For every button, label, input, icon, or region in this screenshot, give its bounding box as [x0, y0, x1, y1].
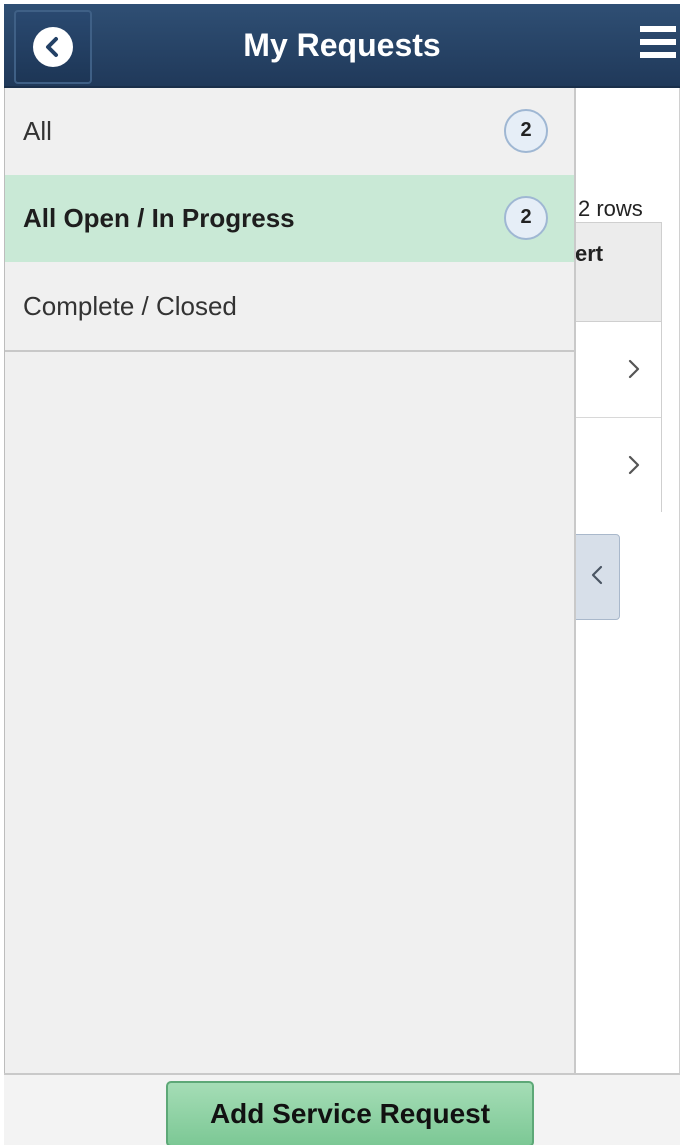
- back-icon: [33, 27, 73, 67]
- count-badge: 2: [504, 195, 548, 240]
- page-title: My Requests: [243, 27, 441, 63]
- grid-header: ert: [561, 223, 661, 322]
- filter-item-label: All: [23, 116, 52, 146]
- chevron-left-icon: [590, 564, 604, 591]
- screen: My Requests 2 rows ert All 2 All Open / …: [0, 0, 684, 1145]
- add-service-request-button[interactable]: Add Service Request: [166, 1081, 534, 1145]
- filter-item-complete-closed[interactable]: Complete / Closed: [5, 262, 574, 352]
- filter-item-label: Complete / Closed: [23, 290, 237, 321]
- table-row[interactable]: [561, 322, 661, 418]
- filter-item-label: All Open / In Progress: [23, 203, 295, 233]
- column-header-label: ert: [575, 241, 604, 266]
- header-bar: My Requests: [4, 4, 680, 88]
- chevron-right-icon: [627, 358, 641, 385]
- rows-count: 2 rows: [578, 196, 643, 221]
- count-badge: 2: [504, 108, 548, 153]
- table-row[interactable]: [561, 418, 661, 513]
- footer-bar: Add Service Request: [4, 1073, 680, 1145]
- filter-item-open-in-progress[interactable]: All Open / In Progress 2: [5, 175, 574, 262]
- filter-item-all[interactable]: All 2: [5, 88, 574, 175]
- hamburger-menu-icon[interactable]: [640, 26, 676, 66]
- filter-panel: All 2 All Open / In Progress 2 Complete …: [4, 88, 576, 1073]
- collapse-panel-tab[interactable]: [574, 534, 620, 620]
- chevron-right-icon: [627, 454, 641, 481]
- back-button[interactable]: [14, 10, 92, 84]
